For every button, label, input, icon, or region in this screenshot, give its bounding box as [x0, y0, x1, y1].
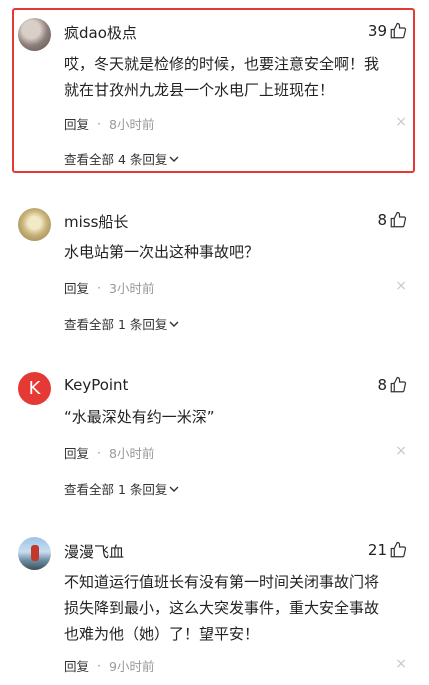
timestamp: 3小时前: [109, 281, 155, 296]
reply-button[interactable]: 回复: [64, 656, 89, 675]
like-count: 8: [377, 211, 387, 229]
close-icon[interactable]: ×: [395, 278, 407, 294]
comment-meta: 回复 · 3小时前: [64, 278, 155, 297]
avatar[interactable]: [18, 537, 51, 570]
view-replies-button[interactable]: 查看全部 1 条回复: [64, 314, 179, 333]
commenter-name[interactable]: 疯dao极点: [64, 22, 137, 43]
close-icon[interactable]: ×: [395, 656, 407, 672]
comment-text: 哎，冬天就是检修的时候，也要注意安全啊！我 就在甘孜州九龙县一个水电厂上班现在！: [64, 55, 380, 99]
comment-meta: 回复 · 9小时前: [64, 656, 155, 675]
view-replies-button[interactable]: 查看全部 1 条回复: [64, 479, 179, 498]
reply-button[interactable]: 回复: [64, 443, 89, 462]
comment-meta: 回复 · 8小时前: [64, 443, 155, 462]
like-button[interactable]: 21: [368, 541, 407, 559]
avatar[interactable]: K: [18, 372, 51, 405]
avatar[interactable]: [18, 18, 51, 51]
avatar[interactable]: [18, 208, 51, 241]
chevron-down-icon: [169, 486, 179, 492]
commenter-name[interactable]: KeyPoint: [64, 376, 128, 394]
commenter-name[interactable]: 漫漫飞血: [64, 541, 124, 562]
comment-text: 不知道运行值班长有没有第一时间关闭事故门将 损失降到最小，这么大突发事件，重大安…: [64, 573, 380, 643]
like-button[interactable]: 39: [368, 22, 407, 40]
thumbs-up-icon: [390, 376, 407, 393]
like-button[interactable]: 8: [377, 211, 407, 229]
timestamp: 9小时前: [109, 659, 155, 674]
close-icon[interactable]: ×: [395, 114, 407, 130]
avatar-figure: [31, 545, 39, 561]
reply-button[interactable]: 回复: [64, 114, 89, 133]
view-replies-button[interactable]: 查看全部 4 条回复: [64, 149, 179, 168]
chevron-down-icon: [169, 156, 179, 162]
comment-meta: 回复 · 8小时前: [64, 114, 155, 133]
like-count: 21: [367, 541, 387, 559]
close-icon[interactable]: ×: [395, 443, 407, 459]
reply-button[interactable]: 回复: [64, 278, 89, 297]
like-count: 39: [367, 22, 387, 40]
thumbs-up-icon: [390, 22, 407, 39]
thumbs-up-icon: [390, 211, 407, 228]
thumbs-up-icon: [390, 541, 407, 558]
commenter-name[interactable]: miss船长: [64, 211, 128, 232]
comment-text: “水最深处有约一米深”: [64, 408, 215, 426]
like-count: 8: [377, 376, 387, 394]
comment-text: 水电站第一次出这种事故吧？: [64, 243, 260, 261]
timestamp: 8小时前: [109, 117, 155, 132]
like-button[interactable]: 8: [377, 376, 407, 394]
chevron-down-icon: [169, 321, 179, 327]
timestamp: 8小时前: [109, 446, 155, 461]
